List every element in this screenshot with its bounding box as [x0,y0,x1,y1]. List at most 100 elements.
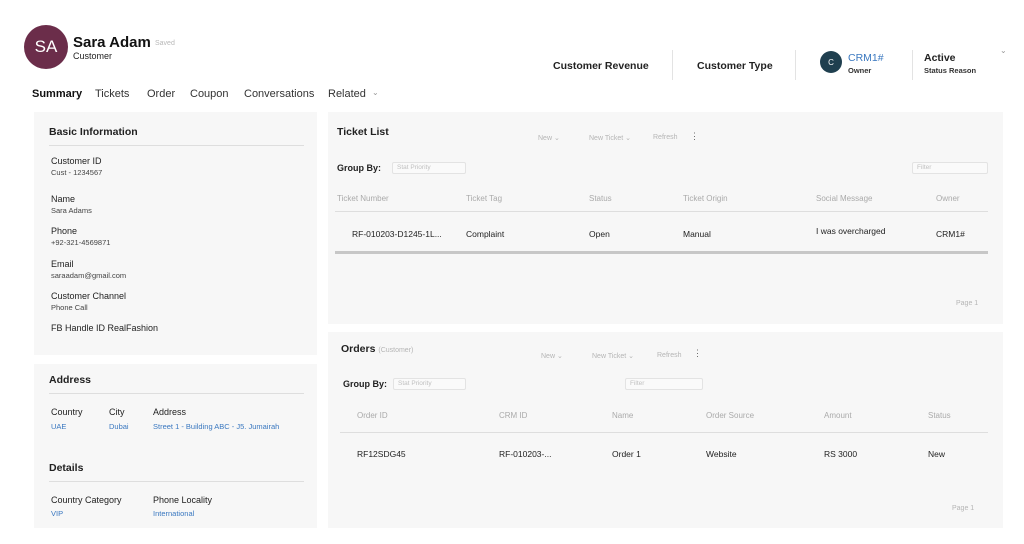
orders-new-button[interactable]: New ⌄ [541,352,563,360]
orders-col-header[interactable]: Status [928,411,951,420]
table-row-cell: New [928,449,946,459]
table-row-cell[interactable]: RF12SDG45 [357,449,406,459]
ticket-col-header[interactable]: Ticket Origin [683,194,728,203]
phone-locality-label: Phone Locality [153,495,213,505]
orders-col-header[interactable]: Amount [824,411,852,420]
divider [672,50,673,80]
divider [795,50,796,80]
table-row-cell[interactable]: RF-010203-... [499,449,551,459]
ticket-group-by-label: Group By: [337,163,381,173]
orders-panel [328,332,1003,528]
orders-new-ticket-label: New Ticket [592,353,627,360]
basic-info-title: Basic Information [49,126,138,138]
ticket-new-ticket-button[interactable]: New Ticket ⌄ [589,134,631,142]
ticket-pagination[interactable]: Page 1 [956,300,978,307]
saved-status: Saved [155,40,175,47]
country-category-value[interactable]: VIP [51,509,63,518]
tab-related[interactable]: Related [328,88,366,100]
orders-filter-placeholder: Filter [630,380,645,387]
table-row-cell: Open [589,229,610,239]
orders-subtitle: (Customer) [378,347,414,354]
email-value: saraadam@gmail.com [51,271,127,280]
ticket-col-header[interactable]: Ticket Tag [466,194,502,203]
orders-col-header[interactable]: Order ID [357,411,388,420]
tab-summary[interactable]: Summary [32,88,82,100]
ticket-group-by-value: Stat Priority [397,164,431,171]
tab-conversations[interactable]: Conversations [244,88,314,100]
city-value[interactable]: Dubai [109,422,129,431]
ticket-new-label: New [538,135,553,142]
phone-value: +92-321-4569871 [51,238,111,247]
orders-col-header[interactable]: CRM ID [499,411,527,420]
ticket-new-button[interactable]: New ⌄ [538,134,560,142]
related-chevron-icon[interactable]: ⌄ [372,88,379,97]
phone-locality-value[interactable]: International [153,509,194,518]
details-title: Details [49,462,84,474]
orders-refresh-button[interactable]: Refresh [657,352,682,359]
divider [49,145,304,146]
table-row-cell: Order 1 [612,449,641,459]
divider [49,481,304,482]
ticket-list-panel [328,112,1003,324]
address-value[interactable]: Street 1 - Building ABC - J5. Jumairah [153,422,279,431]
orders-title: Orders (Customer) [341,343,413,355]
ticket-col-header[interactable]: Owner [936,194,960,203]
ticket-filter-select[interactable]: Filter [912,162,988,174]
channel-label: Customer Channel [51,291,127,301]
customer-id-value: Cust - 1234567 [51,168,103,177]
orders-new-ticket-button[interactable]: New Ticket ⌄ [592,352,634,360]
city-label: City [109,407,125,417]
divider [912,50,913,80]
customer-revenue-field[interactable]: Customer Revenue [553,60,649,72]
orders-new-label: New [541,353,556,360]
ticket-refresh-button[interactable]: Refresh [653,134,678,141]
ticket-list-title: Ticket List [337,126,389,138]
avatar: SA [24,25,68,69]
customer-type-field[interactable]: Customer Type [697,60,773,72]
ticket-col-header[interactable]: Social Message [816,194,872,203]
name-value: Sara Adams [51,206,92,215]
orders-col-header[interactable]: Order Source [706,411,754,420]
customer-name: Sara Adam [73,34,151,51]
divider [49,393,304,394]
owner-link[interactable]: CRM1# [848,52,884,64]
orders-pagination[interactable]: Page 1 [952,505,974,512]
ticket-more-icon[interactable]: ⋮ [690,131,699,142]
channel-value: Phone Call [51,303,88,312]
ticket-col-header[interactable]: Ticket Number [337,194,389,203]
divider [335,211,988,212]
table-row-cell: Manual [683,229,711,239]
address-label: Address [153,407,187,417]
orders-col-header[interactable]: Name [612,411,633,420]
table-row-cell[interactable]: RF-010203-D1245-1L... [352,229,442,239]
tab-order[interactable]: Order [147,88,175,100]
ticket-filter-placeholder: Filter [917,164,932,171]
customer-id-label: Customer ID [51,156,102,166]
country-category-label: Country Category [51,495,122,505]
phone-label: Phone [51,226,78,236]
orders-group-by-value: Stat Priority [398,380,432,387]
horizontal-scrollbar[interactable] [335,251,988,254]
country-label: Country [51,407,83,417]
status-label: Status Reason [924,66,977,75]
orders-more-icon[interactable]: ⋮ [693,348,702,359]
customer-type-label: Customer [73,51,113,61]
table-row-cell: I was overcharged [816,226,886,236]
header-expand-chevron-icon[interactable]: ⌄ [1000,46,1007,55]
table-row-cell: Website [706,449,737,459]
tab-tickets[interactable]: Tickets [95,88,129,100]
table-row-cell[interactable]: CRM1# [936,229,965,239]
owner-label: Owner [848,66,872,75]
ticket-group-by-select[interactable]: Stat Priority [392,162,466,174]
email-label: Email [51,259,74,269]
divider [340,432,988,433]
tab-coupon[interactable]: Coupon [190,88,229,100]
orders-group-by-select[interactable]: Stat Priority [393,378,466,390]
ticket-col-header[interactable]: Status [589,194,612,203]
orders-title-text: Orders [341,343,376,355]
owner-avatar: C [820,51,842,73]
country-value[interactable]: UAE [51,422,66,431]
orders-filter-select[interactable]: Filter [625,378,703,390]
fb-handle-label: FB Handle ID RealFashion [51,323,159,333]
orders-group-by-label: Group By: [343,379,387,389]
